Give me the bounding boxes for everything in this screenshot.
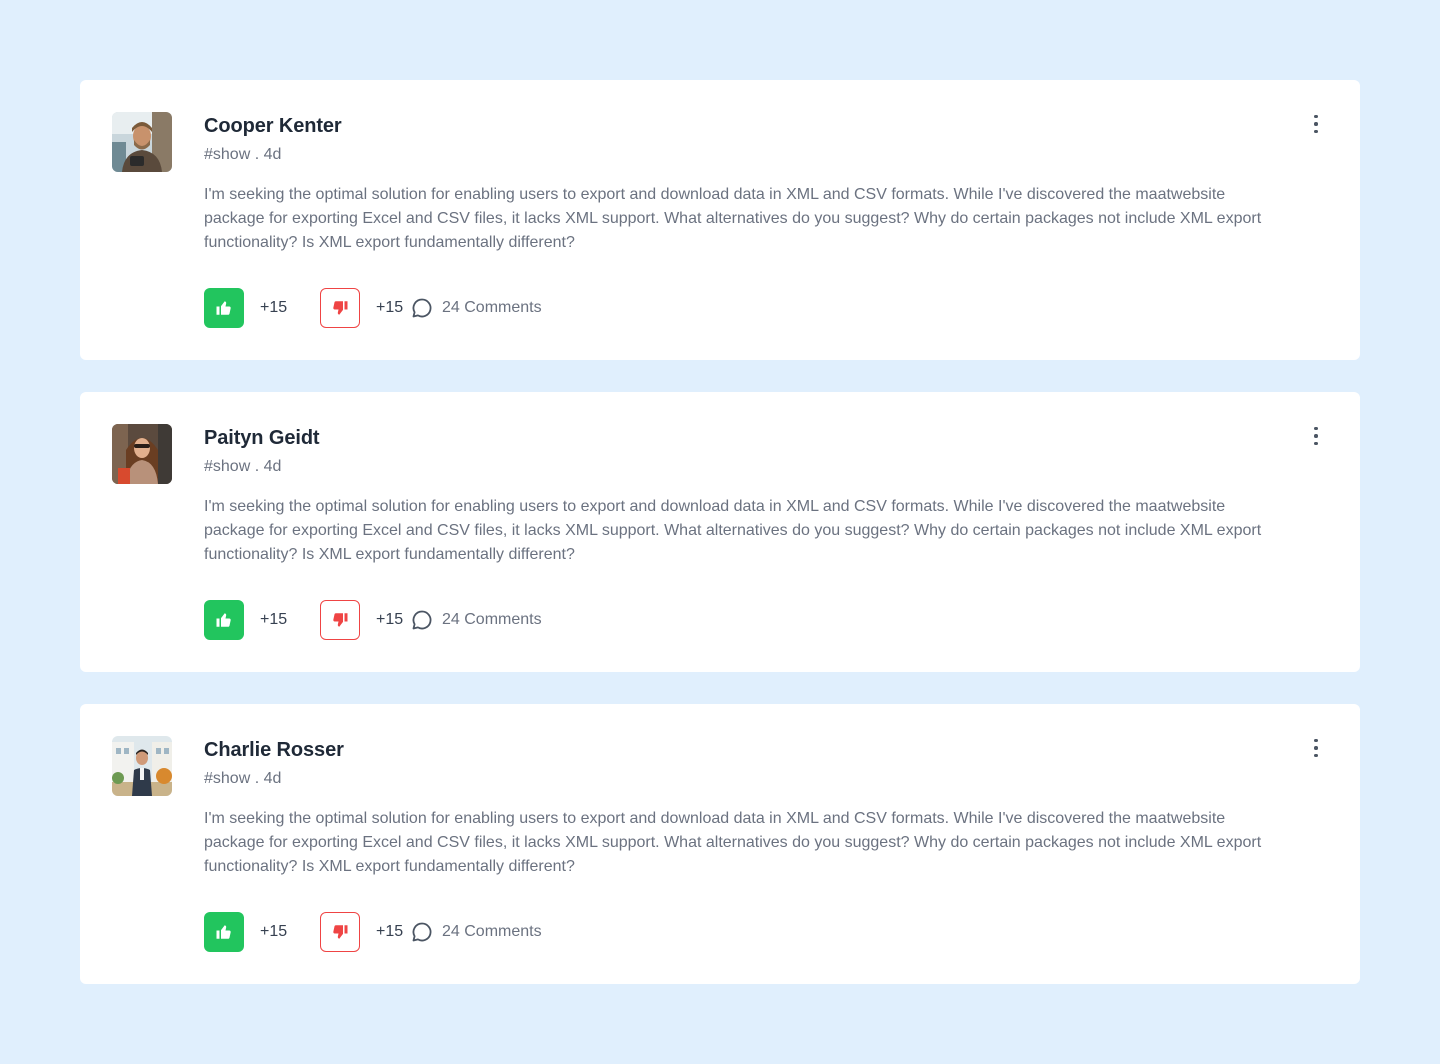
author-name[interactable]: Charlie Rosser — [204, 737, 1264, 763]
post-card: Charlie Rosser #show . 4d I'm seeking th… — [80, 704, 1360, 984]
thumbs-down-icon — [333, 301, 348, 315]
author-name[interactable]: Paityn Geidt — [204, 425, 1264, 451]
post-card: Cooper Kenter #show . 4d I'm seeking the… — [80, 80, 1360, 360]
thumbs-up-icon — [216, 925, 231, 939]
post-content: Paityn Geidt #show . 4d I'm seeking the … — [204, 425, 1264, 567]
avatar-photo — [112, 424, 172, 484]
comments-button[interactable]: 24 Comments — [410, 296, 542, 320]
comment-icon — [412, 298, 432, 318]
post-body: I'm seeking the optimal solution for ena… — [204, 186, 1262, 251]
post-meta: #show . 4d — [204, 458, 282, 475]
more-options-button[interactable] — [1308, 112, 1324, 136]
like-count: +15 — [260, 611, 288, 628]
more-dots-icon — [1314, 114, 1318, 119]
avatar-photo — [112, 112, 172, 172]
like-button[interactable] — [204, 600, 244, 640]
thumbs-up-icon — [216, 301, 231, 315]
dislike-button[interactable] — [320, 600, 360, 640]
thumbs-up-icon — [216, 613, 231, 627]
avatar-photo — [112, 736, 172, 796]
post-content: Charlie Rosser #show . 4d I'm seeking th… — [204, 737, 1264, 879]
more-dots-icon — [1314, 426, 1318, 431]
post-meta: #show . 4d — [204, 146, 282, 163]
comments-label: 24 Comments — [442, 299, 542, 316]
like-button[interactable] — [204, 912, 244, 952]
post-actions: +15 +15 24 Comments — [204, 600, 542, 640]
post-content: Cooper Kenter #show . 4d I'm seeking the… — [204, 113, 1264, 255]
comment-icon — [412, 610, 432, 630]
more-options-button[interactable] — [1308, 736, 1324, 760]
like-count: +15 — [260, 923, 288, 940]
comment-icon — [412, 922, 432, 942]
more-options-button[interactable] — [1308, 424, 1324, 448]
thumbs-down-icon — [333, 613, 348, 627]
avatar[interactable] — [112, 112, 172, 172]
post-body: I'm seeking the optimal solution for ena… — [204, 498, 1262, 563]
avatar[interactable] — [112, 736, 172, 796]
thumbs-down-icon — [333, 925, 348, 939]
post-body: I'm seeking the optimal solution for ena… — [204, 810, 1262, 875]
author-name[interactable]: Cooper Kenter — [204, 113, 1264, 139]
comments-label: 24 Comments — [442, 923, 542, 940]
comments-label: 24 Comments — [442, 611, 542, 628]
post-meta: #show . 4d — [204, 770, 282, 787]
post-actions: +15 +15 24 Comments — [204, 912, 542, 952]
comments-button[interactable]: 24 Comments — [410, 608, 542, 632]
post-actions: +15 +15 24 Comments — [204, 288, 542, 328]
post-feed: Cooper Kenter #show . 4d I'm seeking the… — [80, 80, 1360, 1016]
dislike-button[interactable] — [320, 912, 360, 952]
dislike-button[interactable] — [320, 288, 360, 328]
avatar[interactable] — [112, 424, 172, 484]
post-card: Paityn Geidt #show . 4d I'm seeking the … — [80, 392, 1360, 672]
more-dots-icon — [1314, 738, 1318, 743]
like-count: +15 — [260, 299, 288, 316]
comments-button[interactable]: 24 Comments — [410, 920, 542, 944]
like-button[interactable] — [204, 288, 244, 328]
